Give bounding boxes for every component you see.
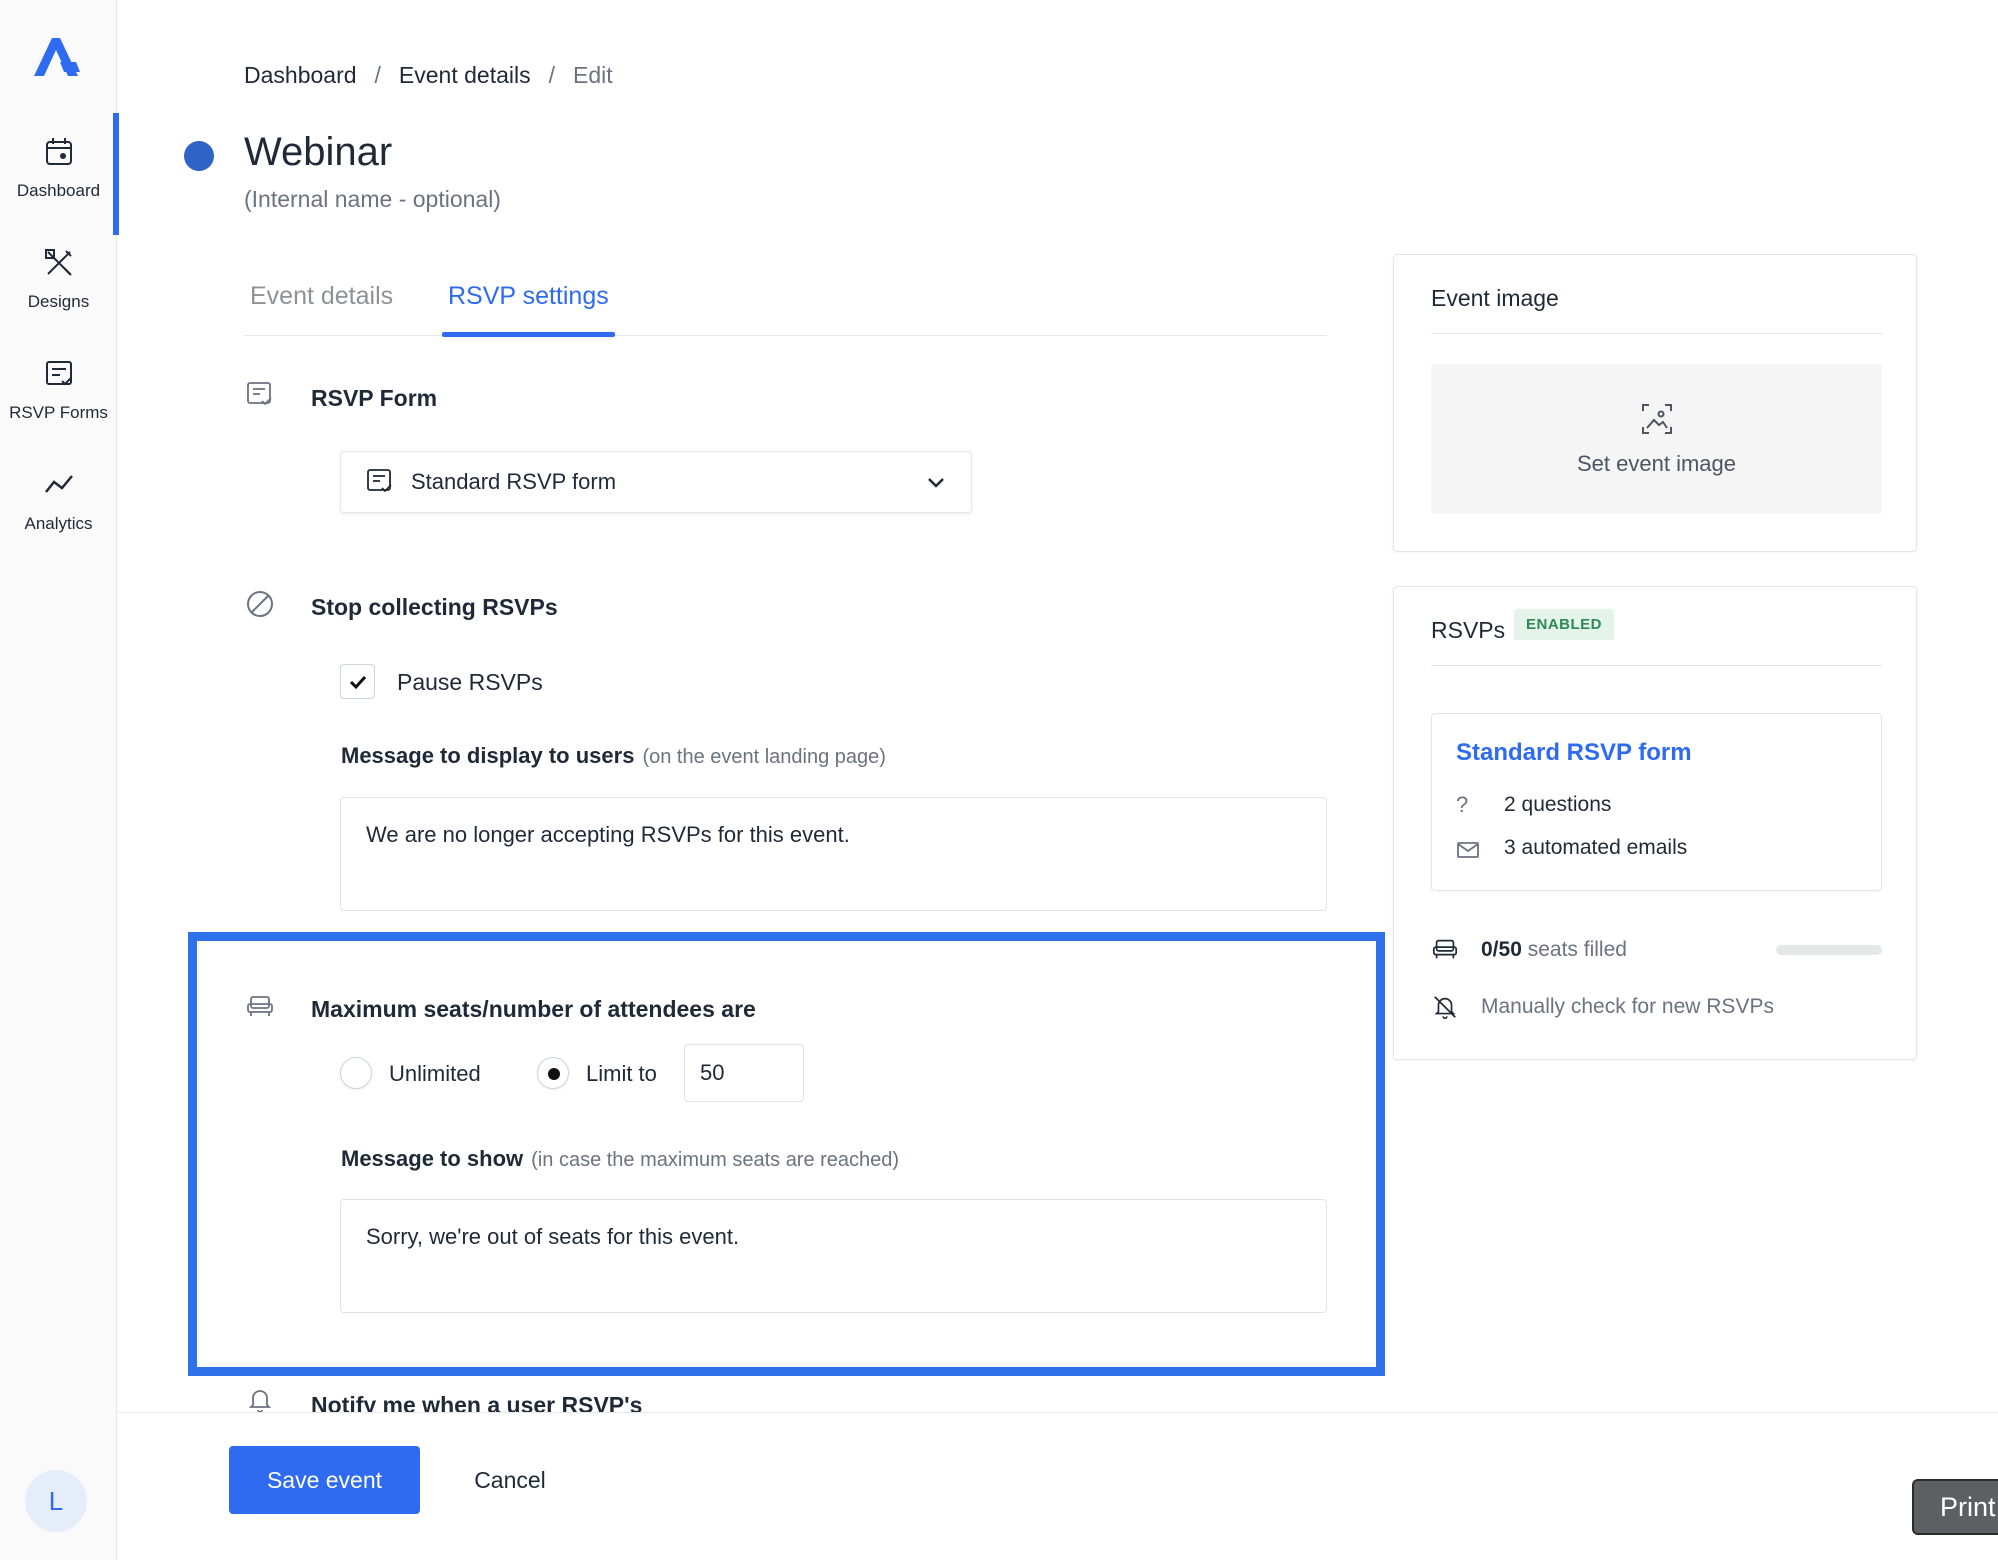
cancel-button[interactable]: Cancel [460, 1446, 560, 1514]
breadcrumb-separator: / [374, 62, 381, 88]
sidebar-item-label: Analytics [24, 514, 93, 533]
breadcrumb-dashboard[interactable]: Dashboard [244, 62, 357, 89]
unlimited-radio[interactable] [340, 1057, 372, 1089]
limit-to-radio[interactable] [537, 1057, 569, 1089]
calendar-icon [45, 138, 72, 165]
limit-to-label: Limit to [586, 1061, 657, 1086]
max-seats-title: Maximum seats/number of attendees are [311, 996, 756, 1022]
seats-progress-bar [1776, 945, 1882, 955]
event-image-title: Event image [1431, 285, 1559, 311]
questions-count: 2 questions [1504, 793, 1612, 816]
analytics-icon [44, 475, 73, 493]
message-display-hint: (on the event landing page) [642, 746, 886, 768]
seats-count: 0/50 [1481, 938, 1522, 961]
message-show-label: Message to show (in case the maximum seat… [341, 1146, 899, 1172]
pause-rsvps-label: Pause RSVPs [397, 669, 543, 695]
save-event-button[interactable]: Save event [229, 1446, 420, 1514]
bell-icon [248, 1390, 272, 1413]
image-icon [1641, 404, 1672, 434]
event-image-panel: Event image Set event image [1393, 254, 1917, 552]
chevron-down-icon [928, 478, 944, 488]
sidebar-item-dashboard[interactable]: Dashboard [0, 113, 119, 235]
stop-collecting-title: Stop collecting RSVPs [311, 594, 558, 620]
rsvps-panel: RSVPs ENABLED Standard RSVP form ? 2 que… [1393, 586, 1917, 1060]
checkmark-icon [349, 675, 366, 689]
rsvps-title: RSVPs [1431, 617, 1506, 643]
breadcrumb-event-details[interactable]: Event details [399, 62, 531, 89]
page-title[interactable]: Webinar [244, 130, 392, 175]
seat-limit-input[interactable]: 50 [684, 1044, 804, 1102]
internal-name-field[interactable]: (Internal name - optional) [244, 186, 501, 213]
set-event-image-button[interactable]: Set event image [1431, 364, 1882, 514]
breadcrumb-edit: Edit [573, 62, 613, 88]
message-show-label-text: Message to show [341, 1146, 524, 1171]
mail-icon [1457, 842, 1479, 858]
sidebar-item-label: RSVP Forms [9, 403, 108, 422]
sidebar-item-label: Designs [27, 292, 90, 311]
tabs: Event details RSVP settings [244, 278, 1327, 337]
seats-filled: 0/50 seats filled [1481, 938, 1627, 962]
user-avatar[interactable]: L [25, 1470, 87, 1532]
rsvp-form-selected: Standard RSVP form [411, 469, 617, 494]
rsvp-form-link[interactable]: Standard RSVP form [1456, 739, 1692, 767]
sidebar-item-rsvp-forms[interactable]: RSVP Forms [0, 335, 117, 445]
block-icon [247, 591, 273, 617]
form-icon [247, 382, 272, 406]
event-color-dot[interactable] [184, 141, 214, 171]
form-icon [367, 469, 392, 493]
rsvp-form-select[interactable]: Standard RSVP form [340, 451, 972, 513]
design-tools-icon [44, 249, 72, 276]
unlimited-label: Unlimited [389, 1061, 481, 1086]
seat-icon [247, 996, 273, 1016]
seat-icon [1432, 939, 1458, 959]
sidebar-item-designs[interactable]: Designs [0, 224, 117, 334]
rsvp-form-title: RSVP Form [311, 385, 438, 411]
question-icon: ? [1456, 792, 1469, 817]
sidebar-item-analytics[interactable]: Analytics [0, 446, 117, 556]
tab-rsvp-settings[interactable]: RSVP settings [442, 282, 615, 337]
rsvp-form-card: Standard RSVP form ? 2 questions 3 autom… [1431, 713, 1882, 891]
message-show-hint: (in case the maximum seats are reached) [531, 1149, 900, 1171]
message-display-label: Message to display to users (on the event… [341, 743, 886, 769]
divider [1431, 665, 1882, 666]
tab-event-details[interactable]: Event details [250, 282, 393, 311]
message-display-label-text: Message to display to users [341, 743, 635, 768]
breadcrumb-separator: / [548, 62, 556, 88]
set-event-image-label: Set event image [1577, 451, 1736, 476]
sidebar: Dashboard Designs RSVP Forms Analytics L [0, 0, 119, 1560]
bell-off-icon [1434, 996, 1456, 1020]
divider [1431, 333, 1882, 334]
emails-count: 3 automated emails [1504, 836, 1688, 859]
print-button[interactable]: Print [1912, 1479, 1998, 1535]
breadcrumb: Dashboard / Event details / Edit [244, 62, 613, 89]
sidebar-item-label: Dashboard [16, 181, 101, 200]
seats-full-message-textarea[interactable]: Sorry, we're out of seats for this event… [340, 1199, 1327, 1313]
form-icon [45, 361, 72, 386]
app-logo-icon[interactable] [30, 32, 84, 80]
seats-suffix: seats filled [1527, 938, 1627, 961]
pause-rsvps-checkbox[interactable] [340, 664, 375, 699]
status-badge: ENABLED [1514, 609, 1615, 640]
manual-check-text: Manually check for new RSVPs [1481, 995, 1774, 1018]
stop-message-textarea[interactable]: We are no longer accepting RSVPs for thi… [340, 797, 1327, 911]
